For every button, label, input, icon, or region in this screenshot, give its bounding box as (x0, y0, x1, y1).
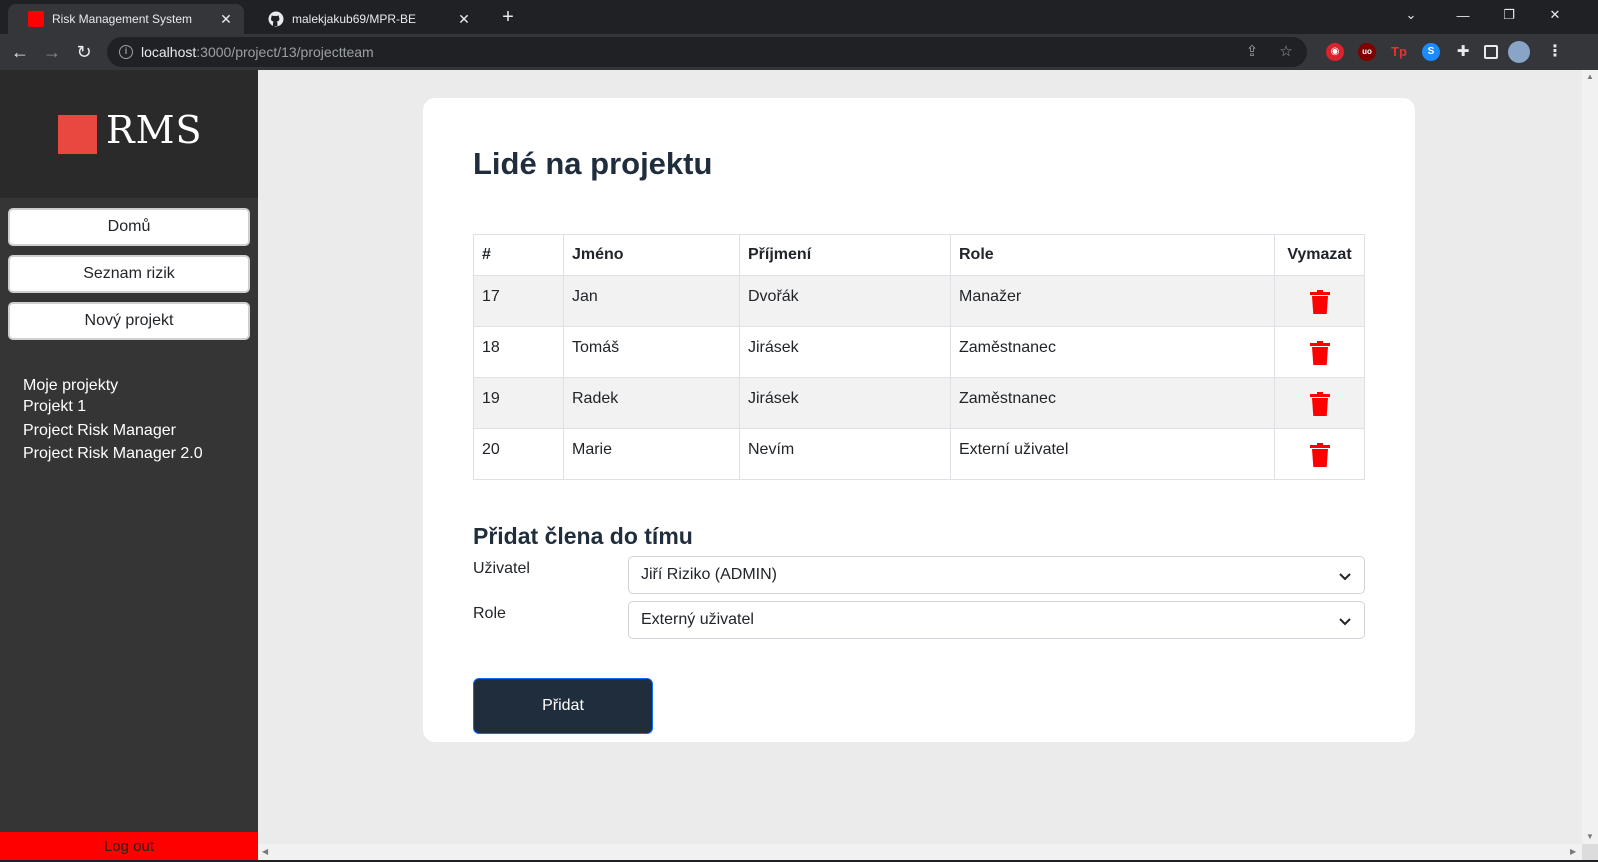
logout-button[interactable]: Log out (0, 832, 258, 860)
tab-title: malekjakub69/MPR-BE (292, 12, 417, 26)
forward-arrow-icon[interactable]: → (40, 40, 64, 64)
site-info-icon[interactable]: i (119, 45, 133, 59)
cell-first-name: Radek (563, 377, 740, 429)
table-row: 17 Jan Dvořák Manažer (473, 275, 1365, 327)
reload-icon[interactable]: ↻ (72, 40, 96, 64)
cell-delete (1274, 377, 1365, 429)
url-host: localhost (141, 44, 197, 60)
role-select[interactable]: Externý uživatel (628, 601, 1365, 639)
browser-toolbar: ← → ↻ i localhost:3000/project/13/projec… (0, 34, 1598, 70)
cell-delete (1274, 275, 1365, 327)
scroll-up-arrow-icon[interactable]: ▲ (1586, 72, 1594, 81)
extensions-puzzle-icon[interactable]: ✚ (1454, 43, 1472, 61)
cell-first-name: Marie (563, 428, 740, 480)
chevron-down-icon (1339, 618, 1351, 626)
share-icon[interactable]: ⇪ (1241, 37, 1263, 67)
url-path: :3000/project/13/projectteam (196, 44, 374, 60)
cell-role: Zaměstnanec (950, 377, 1275, 429)
scroll-left-arrow-icon[interactable]: ◀ (262, 847, 268, 856)
cell-first-name: Tomáš (563, 326, 740, 378)
profile-avatar-icon[interactable] (1508, 41, 1530, 63)
tab-search-chevron-icon[interactable]: ⌄ (1388, 0, 1434, 30)
logo-area: RMS (0, 70, 258, 198)
cell-last-name: Nevím (739, 428, 951, 480)
role-select-value: Externý uživatel (641, 611, 754, 628)
logo-text: RMS (106, 108, 203, 152)
add-member-button[interactable]: Přidat (473, 678, 653, 734)
cell-delete (1274, 428, 1365, 480)
nav-new-project-button[interactable]: Nový projekt (8, 302, 250, 340)
scrollbar-corner (1582, 844, 1598, 860)
add-member-heading: Přidat člena do tímu (473, 523, 693, 549)
cell-role: Externí uživatel (950, 428, 1275, 480)
user-select-value: Jiří Riziko (ADMIN) (641, 566, 777, 583)
nav-risk-list-button[interactable]: Seznam rizik (8, 255, 250, 293)
tab-github[interactable]: malekjakub69/MPR-BE ✕ (248, 4, 482, 34)
column-header-id: # (473, 234, 564, 276)
scroll-right-arrow-icon[interactable]: ▶ (1570, 847, 1576, 856)
team-table: # Jméno Příjmení Role Vymazat 17 Jan Dvo… (473, 234, 1365, 480)
table-header-row: # Jméno Příjmení Role Vymazat (473, 234, 1365, 276)
role-label: Role (473, 605, 506, 622)
trash-icon[interactable] (1309, 290, 1330, 314)
cell-id: 17 (473, 275, 564, 327)
address-bar[interactable]: i localhost:3000/project/13/projectteam … (107, 37, 1307, 67)
sidebar: RMS Domů Seznam rizik Nový projekt Moje … (0, 70, 258, 860)
cell-last-name: Dvořák (739, 275, 951, 327)
cell-role: Zaměstnanec (950, 326, 1275, 378)
new-tab-plus-icon[interactable]: + (496, 6, 520, 30)
extension-opera-icon[interactable]: ◉ (1326, 43, 1344, 61)
table-row: 18 Tomáš Jirásek Zaměstnanec (473, 326, 1365, 378)
trash-icon[interactable] (1309, 341, 1330, 365)
close-icon[interactable]: ✕ (218, 11, 234, 28)
extension-shazam-icon[interactable]: S (1422, 43, 1440, 61)
sidebar-project-link[interactable]: Project Risk Manager 2.0 (23, 445, 203, 463)
logo-square-icon (58, 115, 97, 154)
github-icon (268, 11, 284, 27)
cell-id: 18 (473, 326, 564, 378)
sidebar-project-link[interactable]: Project Risk Manager (23, 422, 176, 440)
page-title: Lidé na projektu (473, 146, 713, 181)
tab-risk-management[interactable]: Risk Management System ✕ (8, 4, 244, 34)
back-arrow-icon[interactable]: ← (8, 40, 32, 64)
minimize-icon[interactable]: — (1440, 0, 1486, 30)
cell-delete (1274, 326, 1365, 378)
chevron-down-icon (1339, 573, 1351, 581)
close-icon[interactable]: ✕ (456, 11, 472, 28)
scroll-down-arrow-icon[interactable]: ▼ (1586, 832, 1594, 841)
trash-icon[interactable] (1309, 392, 1330, 416)
browser-menu-icon[interactable]: ⋮ (1546, 43, 1564, 61)
sidebar-project-link[interactable]: Projekt 1 (23, 398, 86, 416)
vertical-scrollbar[interactable]: ▲ ▼ (1582, 70, 1598, 860)
extension-ublock-icon[interactable]: uo (1358, 43, 1376, 61)
restore-icon[interactable]: ❐ (1486, 0, 1532, 30)
user-select[interactable]: Jiří Riziko (ADMIN) (628, 556, 1365, 594)
column-header-role: Role (950, 234, 1275, 276)
horizontal-scrollbar[interactable]: ◀ ▶ (258, 844, 1582, 860)
cell-first-name: Jan (563, 275, 740, 327)
cell-id: 19 (473, 377, 564, 429)
column-header-first-name: Jméno (563, 234, 740, 276)
tab-title: Risk Management System (52, 12, 193, 26)
side-panel-icon[interactable] (1484, 45, 1498, 59)
user-label: Uživatel (473, 560, 530, 577)
app-favicon-icon (28, 11, 44, 27)
column-header-delete: Vymazat (1274, 234, 1365, 276)
table-row: 19 Radek Jirásek Zaměstnanec (473, 377, 1365, 429)
cell-last-name: Jirásek (739, 326, 951, 378)
page-viewport: RMS Domů Seznam rizik Nový projekt Moje … (0, 70, 1598, 860)
cell-role: Manažer (950, 275, 1275, 327)
window-close-icon[interactable]: ✕ (1532, 0, 1578, 30)
column-header-last-name: Příjmení (739, 234, 951, 276)
cell-last-name: Jirásek (739, 377, 951, 429)
project-team-card: Lidé na projektu # Jméno Příjmení Role V… (423, 98, 1415, 742)
bookmark-star-icon[interactable]: ☆ (1275, 37, 1297, 67)
trash-icon[interactable] (1309, 443, 1330, 467)
my-projects-heading: Moje projekty (23, 377, 119, 394)
nav-home-button[interactable]: Domů (8, 208, 250, 246)
browser-tab-strip: Risk Management System ✕ malekjakub69/MP… (0, 0, 1598, 34)
extension-tp-icon[interactable]: Tp (1390, 43, 1408, 61)
cell-id: 20 (473, 428, 564, 480)
table-row: 20 Marie Nevím Externí uživatel (473, 428, 1365, 480)
